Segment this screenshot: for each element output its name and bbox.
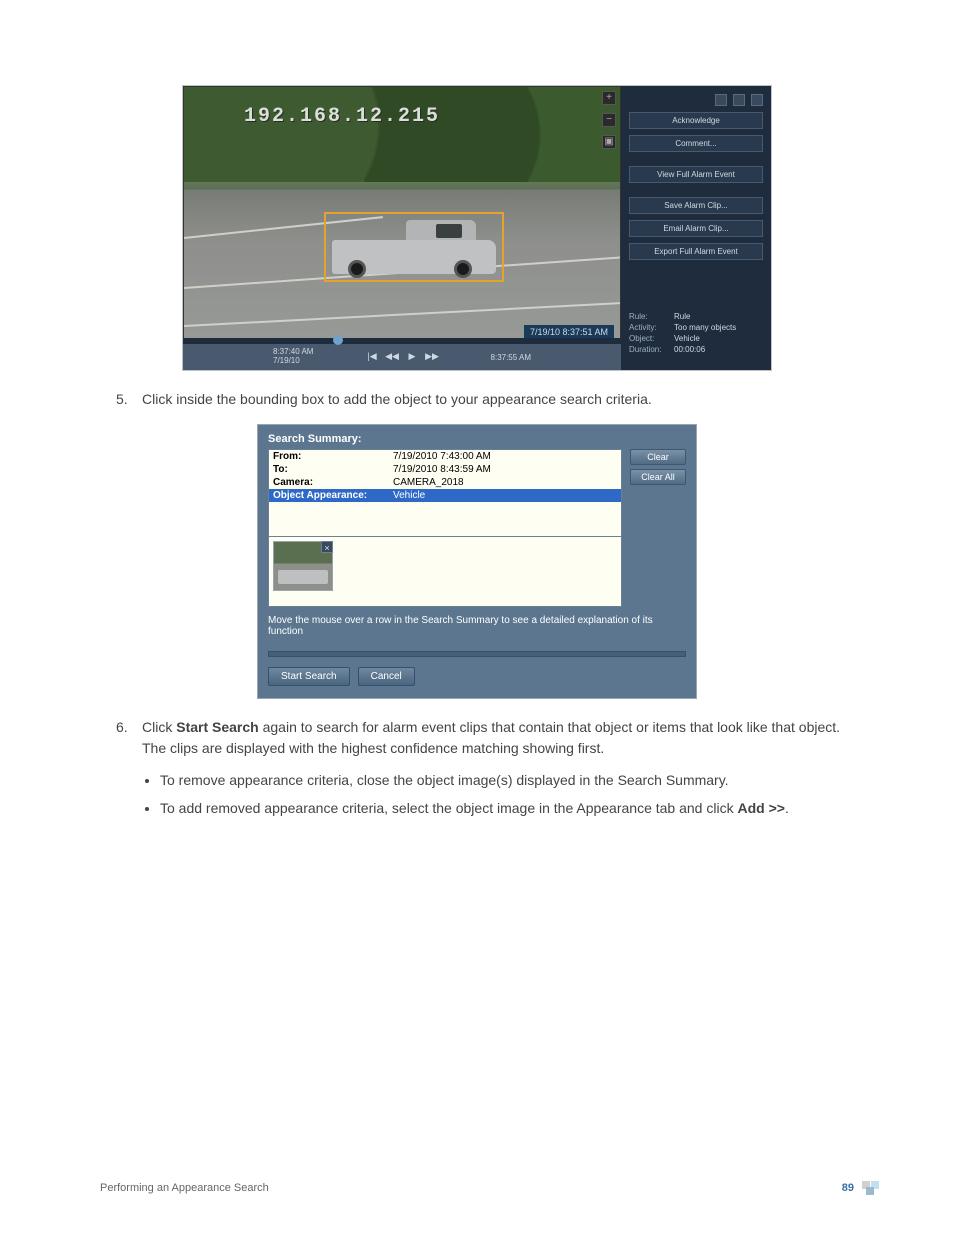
panel-icon-3[interactable] <box>751 94 763 106</box>
timeline[interactable]: 8:37:40 AM 7/19/10 |◀ ◀◀ ▶ ▶▶ 8:37:55 AM <box>183 344 621 370</box>
alarm-viewer: 192.168.12.215 7/19/10 8:37:51 AM + − ▣ <box>182 85 772 371</box>
summary-row-object-appearance[interactable]: Object Appearance: Vehicle <box>269 489 621 502</box>
meta-duration-value: 00:00:06 <box>674 345 763 354</box>
skip-back-icon[interactable]: |◀ <box>365 351 379 363</box>
export-full-alarm-button[interactable]: Export Full Alarm Event <box>629 243 763 260</box>
panel-icon-1[interactable] <box>715 94 727 106</box>
meta-rule-value: Rule <box>674 312 763 321</box>
ip-overlay: 192.168.12.215 <box>244 105 440 128</box>
timeline-knob[interactable] <box>333 335 343 345</box>
step-5: 5. Click inside the bounding box to add … <box>116 389 854 410</box>
footer-logo-icon <box>862 1181 884 1195</box>
frame-timestamp: 7/19/10 8:37:51 AM <box>524 325 614 339</box>
step-6: 6. Click Start Search again to search fo… <box>116 717 854 759</box>
meta-activity-value: Too many objects <box>674 323 763 332</box>
video-frame[interactable]: 192.168.12.215 7/19/10 8:37:51 AM + − ▣ <box>183 86 621 344</box>
bullet-remove-criteria: To remove appearance criteria, close the… <box>160 769 854 791</box>
summary-from-value: 7/19/2010 7:43:00 AM <box>393 451 491 462</box>
meta-object-label: Object: <box>629 334 674 343</box>
summary-row-camera[interactable]: Camera: CAMERA_2018 <box>269 476 621 489</box>
alarm-metadata: Rule: Rule Activity: Too many objects Ob… <box>629 312 763 354</box>
play-icon[interactable]: ▶ <box>405 351 419 363</box>
meta-duration-label: Duration: <box>629 345 674 354</box>
timeline-start-date: 7/19/10 <box>273 357 313 366</box>
summary-row-from[interactable]: From: 7/19/2010 7:43:00 AM <box>269 450 621 463</box>
summary-camera-value: CAMERA_2018 <box>393 477 464 488</box>
step-6-text: Click Start Search again to search for a… <box>142 717 854 759</box>
timeline-end-time: 8:37:55 AM <box>491 353 531 362</box>
meta-object-value: Vehicle <box>674 334 763 343</box>
search-progress-bar <box>268 651 686 657</box>
email-alarm-clip-button[interactable]: Email Alarm Clip... <box>629 220 763 237</box>
clear-button[interactable]: Clear <box>630 449 686 465</box>
comment-button[interactable]: Comment... <box>629 135 763 152</box>
summary-row-to[interactable]: To: 7/19/2010 8:43:59 AM <box>269 463 621 476</box>
appearance-thumbnails: × <box>268 537 622 607</box>
bounding-box[interactable] <box>324 212 504 282</box>
frame-add-icon[interactable]: + <box>602 91 616 105</box>
frame-pip-icon[interactable]: ▣ <box>602 135 616 149</box>
view-full-alarm-button[interactable]: View Full Alarm Event <box>629 166 763 183</box>
step-5-text: Click inside the bounding box to add the… <box>142 389 854 410</box>
step-6-number: 6. <box>116 717 142 759</box>
summary-from-label: From: <box>273 451 393 462</box>
page-footer: Performing an Appearance Search 89 <box>100 1181 884 1195</box>
page-number: 89 <box>842 1182 854 1194</box>
step-5-number: 5. <box>116 389 142 410</box>
frame-minus-icon[interactable]: − <box>602 113 616 127</box>
search-summary-panel: Search Summary: From: 7/19/2010 7:43:00 … <box>257 424 697 699</box>
search-summary-table: From: 7/19/2010 7:43:00 AM To: 7/19/2010… <box>268 449 622 537</box>
footer-section-title: Performing an Appearance Search <box>100 1182 269 1194</box>
summary-hint: Move the mouse over a row in the Search … <box>268 615 686 637</box>
bullet-add-criteria: To add removed appearance criteria, sele… <box>160 797 854 819</box>
summary-camera-label: Camera: <box>273 477 393 488</box>
summary-to-value: 7/19/2010 8:43:59 AM <box>393 464 491 475</box>
summary-to-label: To: <box>273 464 393 475</box>
cancel-button[interactable]: Cancel <box>358 667 415 686</box>
save-alarm-clip-button[interactable]: Save Alarm Clip... <box>629 197 763 214</box>
summary-object-value: Vehicle <box>393 490 425 501</box>
acknowledge-button[interactable]: Acknowledge <box>629 112 763 129</box>
clear-all-button[interactable]: Clear All <box>630 469 686 485</box>
meta-activity-label: Activity: <box>629 323 674 332</box>
rewind-icon[interactable]: ◀◀ <box>385 351 399 363</box>
summary-object-label: Object Appearance: <box>273 490 393 501</box>
meta-rule-label: Rule: <box>629 312 674 321</box>
search-summary-title: Search Summary: <box>268 433 686 445</box>
viewer-side-panel: Acknowledge Comment... View Full Alarm E… <box>621 86 771 370</box>
viewer-left: 192.168.12.215 7/19/10 8:37:51 AM + − ▣ <box>183 86 621 370</box>
start-search-button[interactable]: Start Search <box>268 667 350 686</box>
fast-forward-icon[interactable]: ▶▶ <box>425 351 439 363</box>
thumbnail-close-icon[interactable]: × <box>321 541 333 553</box>
panel-icon-2[interactable] <box>733 94 745 106</box>
appearance-thumbnail[interactable]: × <box>273 541 333 591</box>
